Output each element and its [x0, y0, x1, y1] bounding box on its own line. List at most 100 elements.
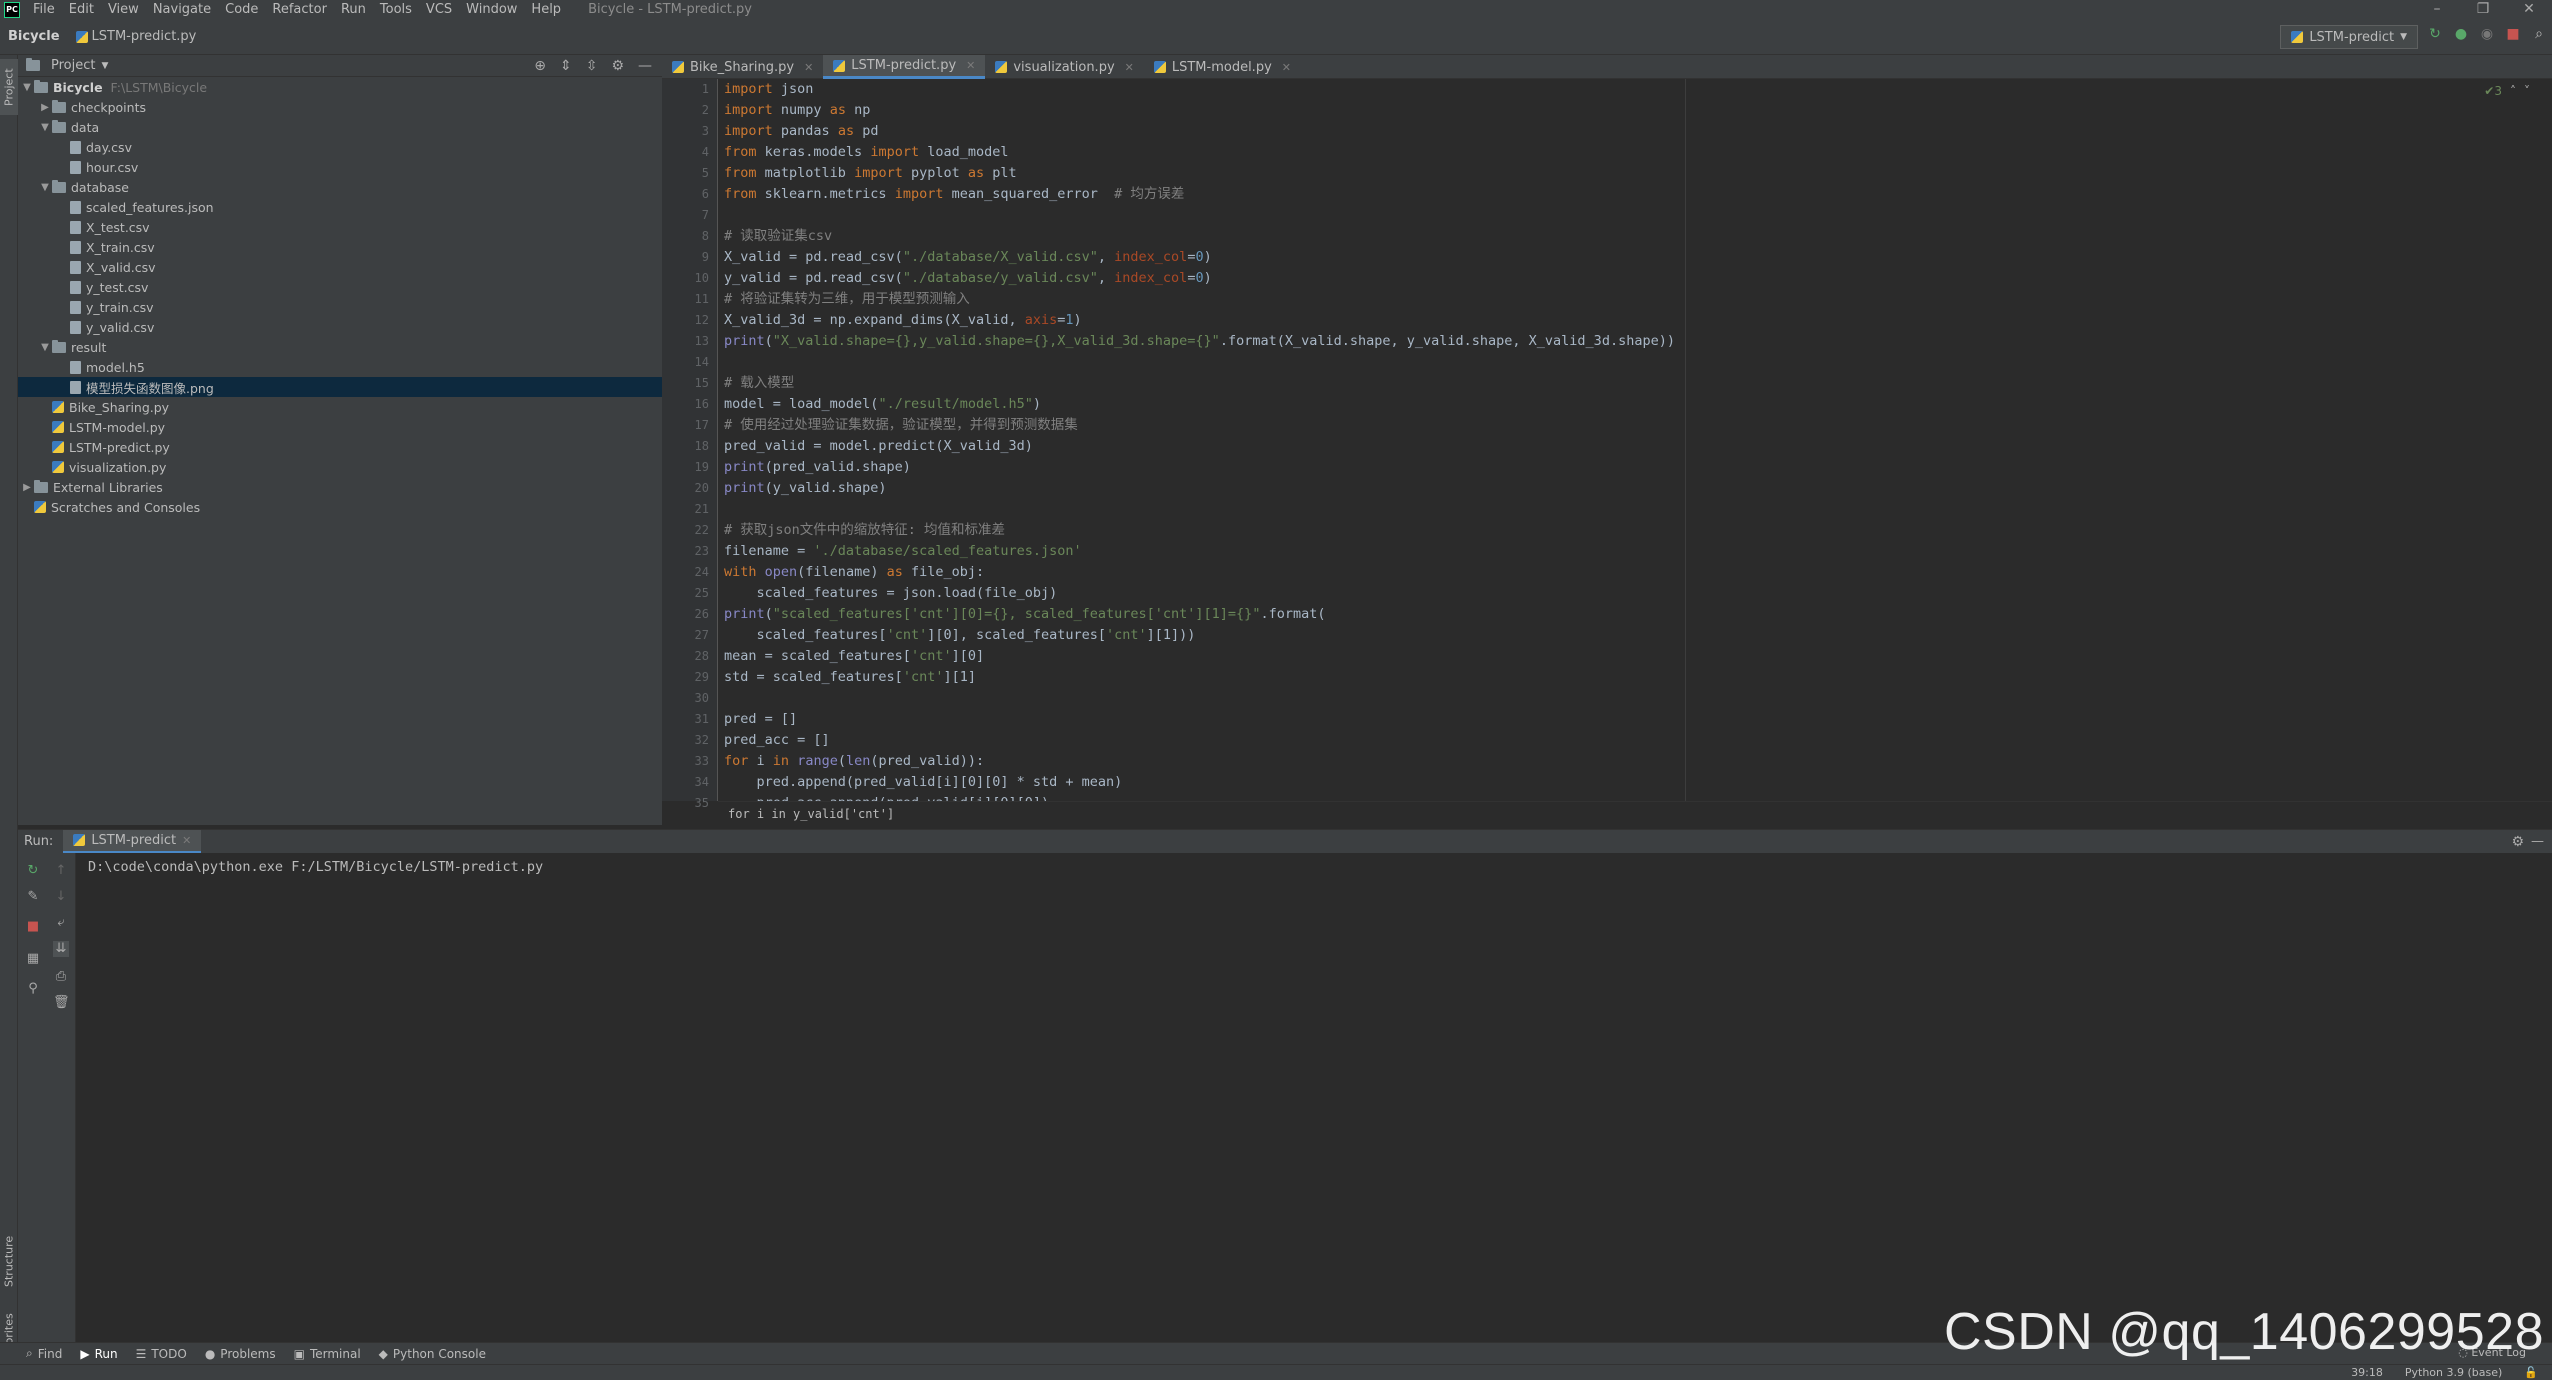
chevron-down-icon[interactable]: ▼	[101, 61, 108, 71]
tree-file[interactable]: day.csv	[18, 137, 662, 157]
editor-tab[interactable]: visualization.py ✕	[985, 55, 1144, 79]
tree-folder[interactable]: ▼ result	[18, 337, 662, 357]
tree-file[interactable]: y_train.csv	[18, 297, 662, 317]
menu-item-vcs[interactable]: VCS	[419, 2, 459, 17]
tree-folder[interactable]: ▼ data	[18, 117, 662, 137]
breadcrumb-project[interactable]: Bicycle	[0, 29, 68, 44]
code-breadcrumb[interactable]: for i in y_valid['cnt']	[718, 801, 2552, 825]
hide-icon[interactable]: —	[2531, 834, 2544, 849]
tree-file[interactable]: Bike_Sharing.py	[18, 397, 662, 417]
chevron-right-icon[interactable]: ▶	[20, 482, 34, 493]
tree-file[interactable]: LSTM-predict.py	[18, 437, 662, 457]
stop-icon[interactable]: ■	[25, 919, 41, 935]
chevron-down-icon[interactable]: ▼	[38, 182, 52, 193]
structure-tool-tab[interactable]: Structure	[0, 1225, 18, 1297]
layout-icon[interactable]: ▦	[25, 951, 41, 967]
run-tab[interactable]: LSTM-predict ✕	[63, 829, 202, 854]
breadcrumb-file[interactable]: LSTM-predict.py	[68, 29, 205, 44]
code-token: index_col	[1114, 249, 1188, 265]
tree-file[interactable]: visualization.py	[18, 457, 662, 477]
chevron-down-icon[interactable]: ▼	[38, 342, 52, 353]
project-panel-title[interactable]: Project	[51, 58, 95, 73]
menu-item-window[interactable]: Window	[459, 2, 524, 17]
lock-icon[interactable]: 🔓	[2524, 1366, 2538, 1379]
debug-icon[interactable]: ●	[2454, 27, 2468, 41]
chevron-down-icon[interactable]: ▼	[20, 82, 34, 93]
caret-position[interactable]: 39:18	[2351, 1366, 2383, 1379]
tree-file[interactable]: LSTM-model.py	[18, 417, 662, 437]
print-icon[interactable]: ⎙	[53, 969, 69, 985]
rerun-icon[interactable]: ↻	[2428, 27, 2442, 41]
scroll-to-end-icon[interactable]: ⇊	[53, 941, 69, 957]
inspection-widget[interactable]: ✔3 ˄ ˅	[2484, 84, 2530, 98]
menu-item-edit[interactable]: Edit	[62, 2, 101, 17]
chevron-right-icon[interactable]: ▶	[38, 102, 52, 113]
chevron-down-icon[interactable]: ▼	[38, 122, 52, 133]
menu-item-navigate[interactable]: Navigate	[146, 2, 218, 17]
locate-icon[interactable]: ⊕	[534, 58, 546, 74]
stop-icon[interactable]: ■	[2506, 27, 2520, 41]
tree-file[interactable]: model.h5	[18, 357, 662, 377]
tree-file[interactable]: hour.csv	[18, 157, 662, 177]
expand-all-icon[interactable]: ⇕	[560, 58, 572, 74]
arrow-down-icon[interactable]: ↓	[53, 889, 69, 905]
tree-file[interactable]: Scratches and Consoles	[18, 497, 662, 517]
search-everywhere-icon[interactable]: ⌕	[2532, 27, 2546, 41]
tree-file[interactable]: ▶ External Libraries	[18, 477, 662, 497]
editor-tab[interactable]: LSTM-predict.py ✕	[823, 55, 986, 79]
tree-file[interactable]: y_valid.csv	[18, 317, 662, 337]
wrench-icon[interactable]: ✎	[25, 889, 41, 905]
bottom-tool-problems[interactable]: ● Problems	[205, 1347, 276, 1361]
tree-root[interactable]: ▼ Bicycle F:\LSTM\Bicycle	[18, 77, 662, 97]
menu-item-view[interactable]: View	[101, 2, 146, 17]
code-line: scaled_features['cnt'][0], scaled_featur…	[724, 625, 1196, 646]
close-icon[interactable]: ✕	[2506, 0, 2552, 19]
editor-tab[interactable]: Bike_Sharing.py ✕	[662, 55, 823, 79]
menu-item-tools[interactable]: Tools	[373, 2, 419, 17]
gear-icon[interactable]: ⚙	[2511, 834, 2524, 850]
trash-icon[interactable]: 🗑	[53, 995, 70, 1011]
code-editor[interactable]: import json import numpy as np import pand…	[718, 79, 2552, 801]
pin-icon[interactable]: ⚲	[25, 981, 41, 997]
bottom-tool-find[interactable]: ⌕ Find	[26, 1346, 62, 1361]
gear-icon[interactable]: ⚙	[611, 58, 624, 74]
chevron-down-icon[interactable]: ˅	[2524, 84, 2530, 98]
menu-item-file[interactable]: File	[26, 2, 62, 17]
close-icon[interactable]: ✕	[182, 834, 191, 847]
tree-file[interactable]: X_train.csv	[18, 237, 662, 257]
tree-file[interactable]: scaled_features.json	[18, 197, 662, 217]
collapse-all-icon[interactable]: ⇳	[586, 58, 598, 74]
restore-icon[interactable]: ❐	[2460, 0, 2506, 19]
menu-item-help[interactable]: Help	[524, 2, 568, 17]
coverage-icon[interactable]: ◉	[2480, 27, 2494, 41]
menu-item-run[interactable]: Run	[334, 2, 373, 17]
bottom-tool-todo[interactable]: ☰ TODO	[136, 1347, 187, 1361]
tree-folder[interactable]: ▶ checkpoints	[18, 97, 662, 117]
menu-item-code[interactable]: Code	[218, 2, 265, 17]
run-console[interactable]: D:\code\conda\python.exe F:/LSTM/Bicycle…	[76, 853, 2552, 1342]
tree-file[interactable]: X_test.csv	[18, 217, 662, 237]
bottom-tool-run[interactable]: ▶ Run	[80, 1347, 117, 1361]
minimize-icon[interactable]: –	[2414, 0, 2460, 19]
menu-item-refactor[interactable]: Refactor	[265, 2, 334, 17]
python-interpreter[interactable]: Python 3.9 (base)	[2405, 1366, 2502, 1379]
hide-icon[interactable]: —	[638, 58, 652, 74]
editor-tab[interactable]: LSTM-model.py ✕	[1144, 55, 1301, 79]
close-icon[interactable]: ✕	[1282, 61, 1291, 74]
rerun-icon[interactable]: ↻	[25, 863, 41, 879]
tree-file[interactable]: y_test.csv	[18, 277, 662, 297]
bottom-tool-python-console[interactable]: ◆ Python Console	[379, 1347, 486, 1361]
close-icon[interactable]: ✕	[1125, 61, 1134, 74]
soft-wrap-icon[interactable]: ⤶	[53, 915, 69, 931]
chevron-up-icon[interactable]: ˄	[2510, 84, 2516, 98]
close-icon[interactable]: ✕	[804, 61, 813, 74]
code-token: filename =	[724, 543, 814, 559]
close-icon[interactable]: ✕	[966, 59, 975, 72]
tree-file[interactable]: 模型损失函数图像.png	[18, 377, 662, 397]
arrow-up-icon[interactable]: ↑	[53, 863, 69, 879]
bottom-tool-terminal[interactable]: ▣ Terminal	[294, 1347, 361, 1361]
run-configuration-select[interactable]: LSTM-predict ▼	[2280, 25, 2418, 49]
tree-file[interactable]: X_valid.csv	[18, 257, 662, 277]
tree-folder[interactable]: ▼ database	[18, 177, 662, 197]
project-tool-tab[interactable]: Project	[0, 59, 18, 115]
